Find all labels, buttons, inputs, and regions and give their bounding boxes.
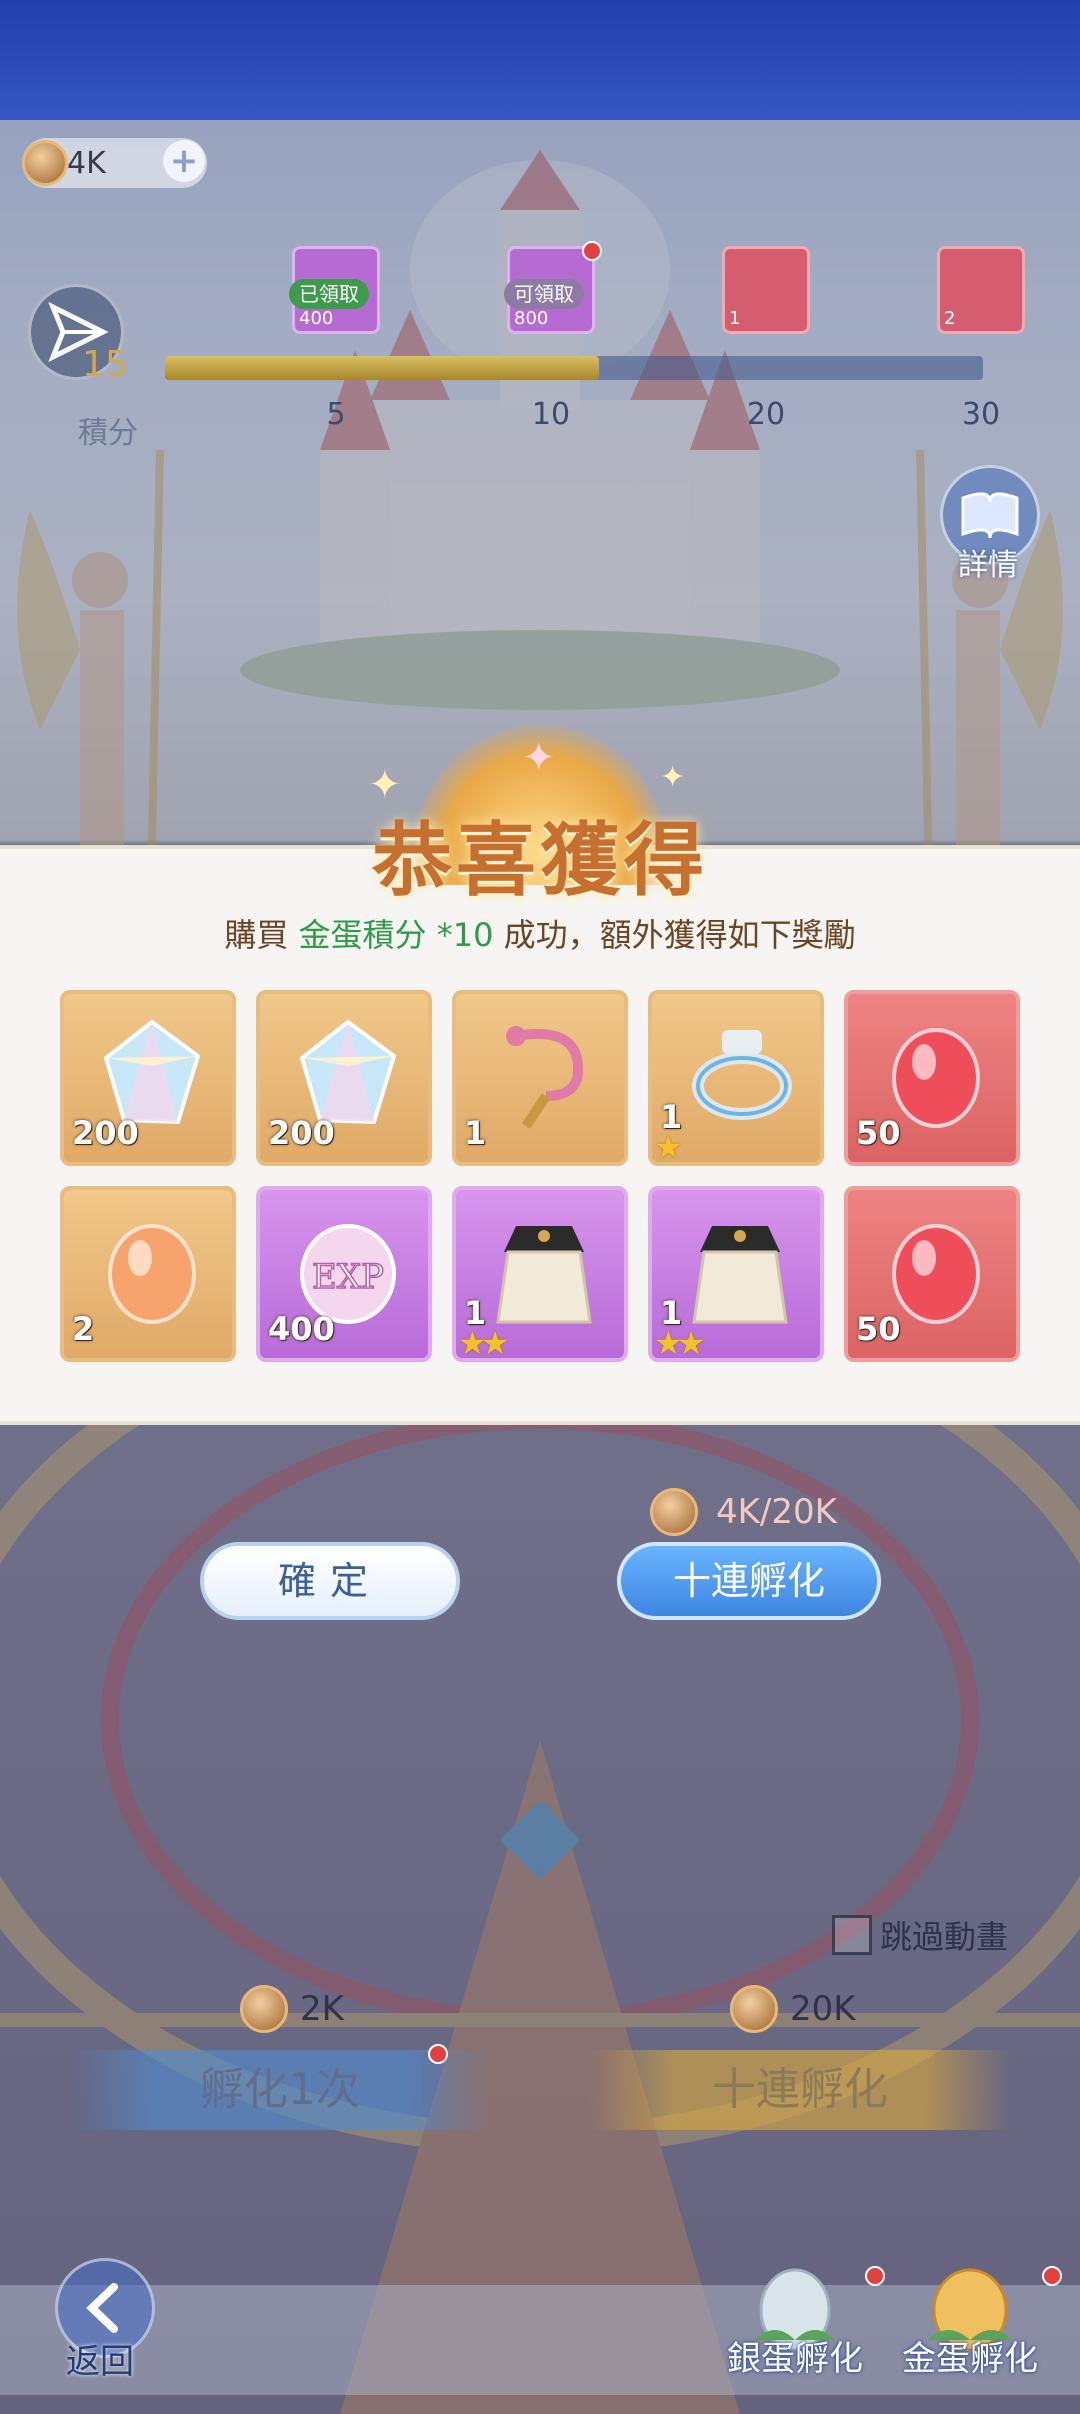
popup-title: 恭喜獲得 (372, 813, 708, 907)
single-hatch-button[interactable]: 孵化1次 (70, 2050, 490, 2130)
currency-counter: 4K + (22, 138, 207, 188)
reward-item[interactable]: 50 (844, 1186, 1020, 1362)
milestone-reward-10[interactable]: 可領取 800 (504, 241, 602, 334)
star-rating-icon: ★★ (458, 1324, 509, 1362)
single-hatch-price: 2K (240, 1985, 344, 2033)
silver-egg-hatch-label: 銀蛋孵化 (727, 2339, 863, 2379)
score-label: 積分 (78, 416, 138, 451)
reward-item[interactable]: 1 ★★ (452, 1186, 628, 1362)
reward-item-qty: 50 (856, 1310, 901, 1348)
milestone-label-10: 10 (531, 397, 571, 432)
skip-animation-label: 跳過動畫 (880, 1918, 1009, 1956)
reward-item-qty: 2 (72, 1310, 95, 1348)
reward-item-qty: 400 (268, 1310, 335, 1348)
cape-icon (682, 1212, 798, 1328)
reward-item-qty: 1 (464, 1114, 487, 1152)
ten-hatch-cost: 4K/20K (650, 1488, 837, 1536)
star-rating-icon: ★ (654, 1128, 683, 1166)
ring-icon (682, 1016, 798, 1132)
gold-egg-coin-icon (240, 1985, 288, 2033)
milestone-reward-30[interactable]: 2 (937, 246, 1025, 334)
ten-hatch-price-text: 20K (790, 1989, 856, 2029)
ten-hatch-bottom-button[interactable]: 十連孵化 (590, 2050, 1010, 2130)
reward-item[interactable]: 200 (60, 990, 236, 1166)
reward-qty: 800 (514, 308, 549, 329)
reward-item-qty: 50 (856, 1114, 901, 1152)
notification-dot (428, 2044, 448, 2064)
cape-icon (486, 1212, 602, 1328)
skip-animation-toggle[interactable]: 跳過動畫 (832, 1912, 1008, 1958)
reward-item-grid: 200 200 1 1 ★ 50 2 EXP 400 1 ★★ 1 ★★ 50 (60, 990, 1020, 1362)
ten-hatch-button[interactable]: 十連孵化 (617, 1542, 881, 1620)
top-banner (0, 0, 1080, 120)
gold-egg-coin-icon (650, 1488, 698, 1536)
gold-egg-coin-icon (730, 1985, 778, 2033)
reward-item[interactable]: 200 (256, 990, 432, 1166)
reward-item[interactable]: 1 (452, 990, 628, 1166)
reward-item[interactable]: 1 ★ (648, 990, 824, 1166)
milestone-reward-5[interactable]: 已領取 400 (289, 246, 380, 334)
star-rating-icon: ★★ (654, 1324, 705, 1362)
ten-hatch-price: 20K (730, 1985, 856, 2033)
claimable-badge: 可領取 (504, 279, 584, 309)
milestone-label-5: 5 (326, 397, 346, 432)
milestone-label-20: 20 (746, 397, 786, 432)
silver-egg-hatch-tab[interactable]: 銀蛋孵化 (715, 2260, 885, 2380)
reward-qty: 2 (944, 308, 956, 329)
svg-text:EXP: EXP (312, 1257, 384, 1297)
reward-item[interactable]: EXP 400 (256, 1186, 432, 1362)
claimed-badge: 已領取 (289, 279, 369, 309)
score-value: 15 (82, 344, 128, 385)
confirm-button[interactable]: 確定 (200, 1542, 460, 1620)
reward-item[interactable]: 50 (844, 990, 1020, 1166)
reward-item[interactable]: 1 ★★ (648, 1186, 824, 1362)
reward-item-qty: 200 (72, 1114, 139, 1152)
sparkle-icon: ✦ (660, 760, 686, 795)
notification-dot (582, 241, 602, 261)
currency-amount: 4K (67, 145, 106, 181)
score-progress-fill (165, 356, 599, 380)
single-hatch-price-text: 2K (300, 1989, 344, 2029)
add-currency-button[interactable]: + (163, 140, 205, 182)
gold-egg-hatch-label: 金蛋孵化 (902, 2339, 1038, 2379)
details-label: 詳情 (958, 548, 1018, 583)
gold-egg-coin-icon (22, 140, 68, 186)
message-suffix: 成功，額外獲得如下獎勵 (503, 916, 856, 954)
reward-qty: 400 (299, 308, 334, 329)
milestone-label-30: 30 (961, 397, 1001, 432)
reward-item-qty: 200 (268, 1114, 335, 1152)
back-label: 返回 (66, 2342, 134, 2382)
score-progress-bar (165, 356, 983, 380)
sparkle-icon: ✦ (522, 735, 556, 781)
milestone-reward-20[interactable]: 1 (722, 246, 810, 334)
popup-message: 購買 金蛋積分 *10 成功，額外獲得如下獎勵 (0, 910, 1080, 956)
notification-dot (1042, 2266, 1062, 2286)
message-highlight: 金蛋積分 *10 (298, 916, 494, 954)
wand-icon (486, 1016, 602, 1132)
orange-egg-icon (94, 1212, 210, 1328)
skip-animation-checkbox[interactable] (832, 1915, 872, 1955)
reward-qty: 1 (729, 308, 741, 329)
reward-item[interactable]: 2 (60, 1186, 236, 1362)
message-prefix: 購買 (224, 916, 289, 954)
ten-hatch-cost-text: 4K/20K (716, 1492, 837, 1532)
gold-egg-hatch-tab[interactable]: 金蛋孵化 (880, 2260, 1062, 2380)
